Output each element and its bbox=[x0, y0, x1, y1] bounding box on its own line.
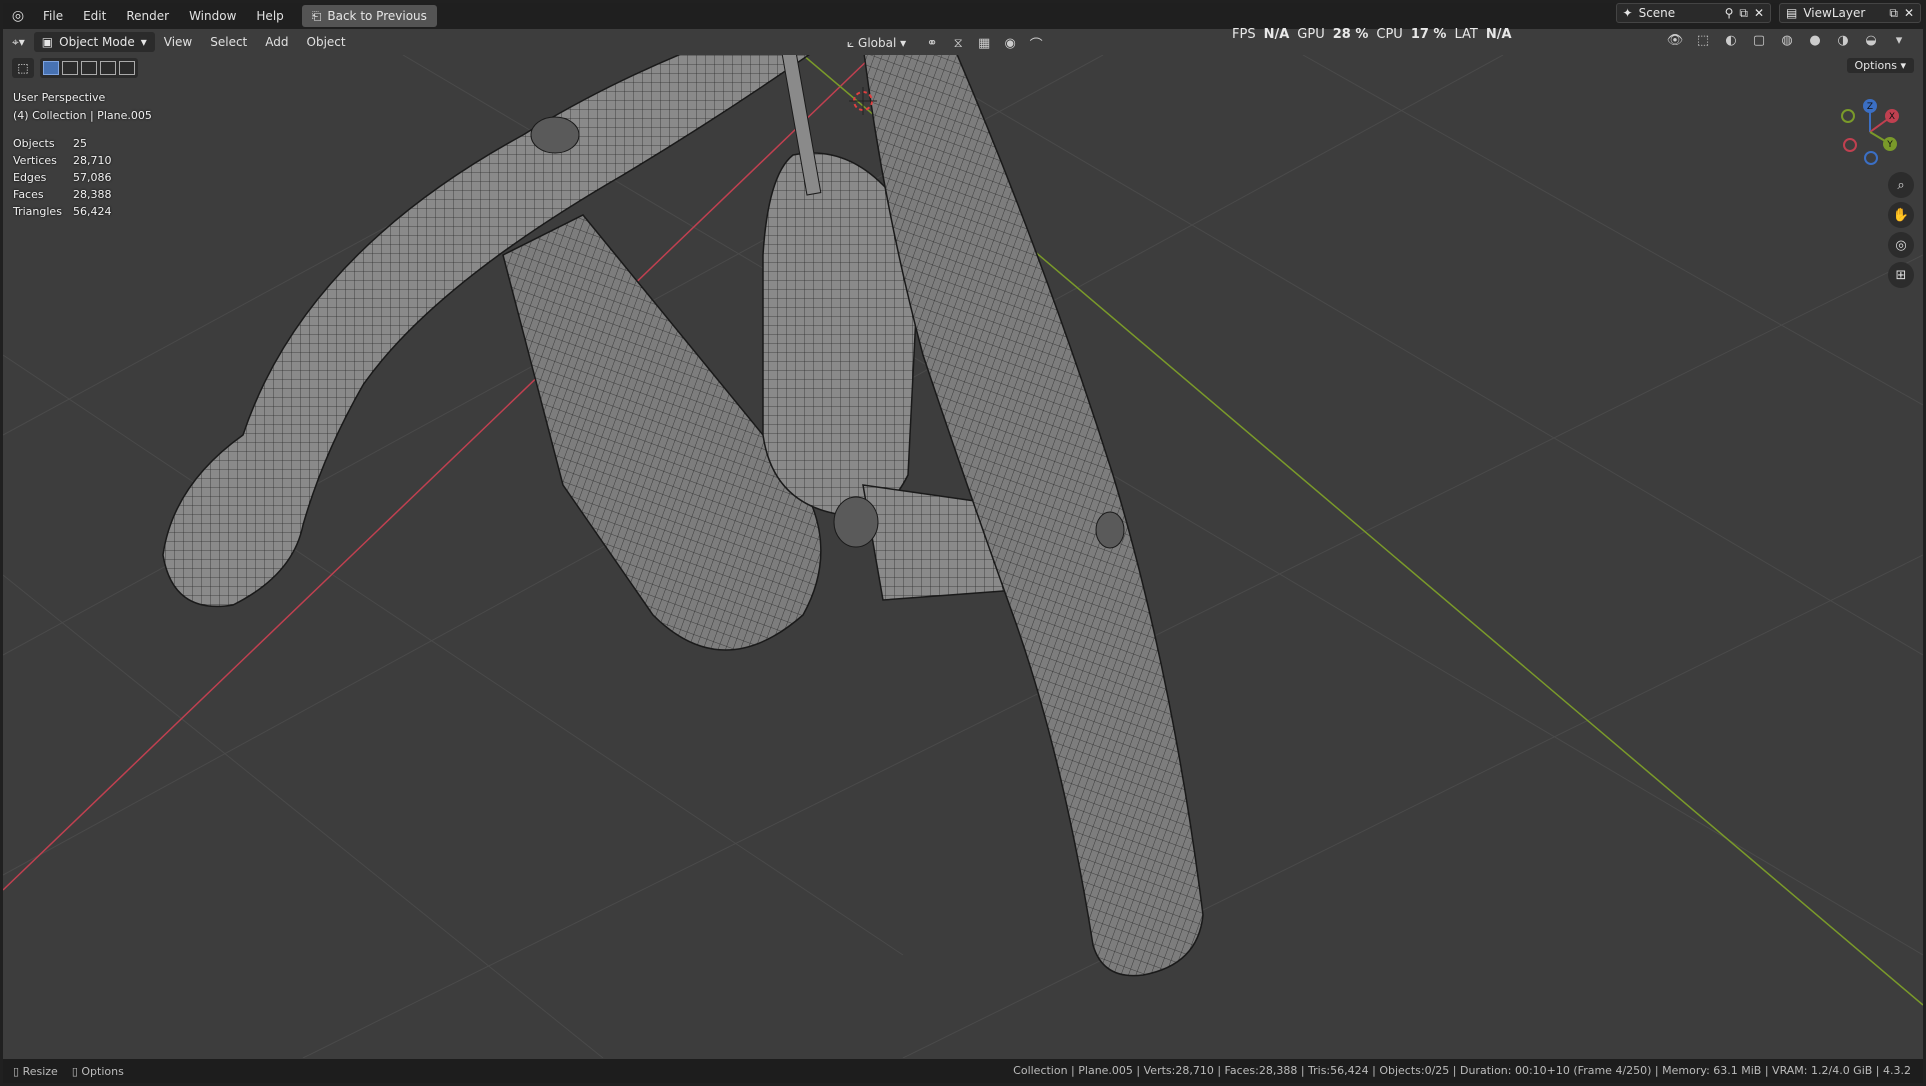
object-mode-icon: ▣ bbox=[41, 35, 54, 49]
menu-file[interactable]: File bbox=[33, 3, 73, 29]
menu-select[interactable]: Select bbox=[201, 30, 256, 54]
pin-icon[interactable]: ⚲ bbox=[1725, 6, 1734, 20]
lat-value: N/A bbox=[1485, 27, 1512, 42]
menu-add[interactable]: Add bbox=[256, 30, 297, 54]
menu-edit[interactable]: Edit bbox=[73, 3, 116, 29]
options-button[interactable]: Options ▾ bbox=[1846, 58, 1914, 73]
gizmo-z-label: Z bbox=[1867, 102, 1873, 112]
chevron-down-icon: ▾ bbox=[140, 35, 147, 49]
menu-render[interactable]: Render bbox=[116, 3, 179, 29]
cpu-value: 17 % bbox=[1410, 27, 1447, 42]
options-label: Options bbox=[1854, 59, 1897, 72]
mouse-icon: ▯ bbox=[13, 1064, 20, 1078]
viewport-display-tools: 👁 ⬚ ◐ ▢ ◍ ● ◑ ◒ ▾ bbox=[1666, 31, 1908, 49]
scene-icon: ✦ bbox=[1622, 6, 1633, 20]
stat-row: Edges 57,086 bbox=[13, 171, 112, 184]
select-intersect-icon[interactable] bbox=[119, 61, 135, 75]
gizmo-y-label: Y bbox=[1886, 140, 1893, 150]
status-info: Collection | Plane.005 | Verts:28,710 | … bbox=[1013, 1064, 1911, 1077]
cpu-label: CPU bbox=[1376, 27, 1403, 42]
select-tool-icon[interactable]: ⬚ bbox=[12, 58, 34, 78]
view-layer-icon: ▤ bbox=[1786, 6, 1798, 20]
menu-window[interactable]: Window bbox=[179, 3, 246, 29]
ortho-grid-icon[interactable]: ⊞ bbox=[1888, 262, 1914, 288]
select-new-icon[interactable] bbox=[43, 61, 59, 75]
scene-selector[interactable]: ✦ Scene ⚲ ⧉ ✕ bbox=[1615, 3, 1772, 23]
snap-icon[interactable]: ⧖ bbox=[949, 34, 967, 52]
select-invert-icon[interactable] bbox=[100, 61, 116, 75]
blender-logo-icon[interactable]: ◎ bbox=[3, 8, 33, 24]
transform-tools: ⟀ Global ▾ ⚭ ⧖ ▦ ◉ ⌒ bbox=[838, 31, 1045, 55]
view-layer-selector[interactable]: ▤ ViewLayer ⧉ ✕ bbox=[1779, 3, 1921, 23]
viewport-info: User Perspective (4) Collection | Plane.… bbox=[13, 89, 152, 125]
orientation-label: Global bbox=[858, 36, 897, 50]
view-name: User Perspective bbox=[13, 91, 106, 104]
gpu-value: 28 % bbox=[1332, 27, 1369, 42]
navigation-gizmo[interactable]: Z X Y bbox=[1830, 96, 1902, 168]
tool-row: ⬚ bbox=[12, 58, 138, 78]
pan-hand-icon[interactable]: ✋ bbox=[1888, 202, 1914, 228]
pivot-icon[interactable]: ⚭ bbox=[923, 34, 941, 52]
stat-row: Objects 25 bbox=[13, 137, 87, 150]
wireframe-shading-icon[interactable]: ◍ bbox=[1778, 31, 1796, 49]
transform-orientation-dropdown[interactable]: ⟀ Global ▾ bbox=[838, 31, 915, 55]
shading-options-icon[interactable]: ▾ bbox=[1890, 31, 1908, 49]
xray-icon[interactable]: ▢ bbox=[1750, 31, 1768, 49]
close-view-layer-icon[interactable]: ✕ bbox=[1904, 6, 1914, 20]
material-shading-icon[interactable]: ◑ bbox=[1834, 31, 1852, 49]
stat-row: Faces 28,388 bbox=[13, 188, 112, 201]
editor-type-icon[interactable]: ⌖▾ bbox=[3, 30, 34, 54]
solid-shading-icon[interactable]: ● bbox=[1806, 31, 1824, 49]
window-frame bbox=[0, 0, 1926, 1086]
new-scene-icon[interactable]: ⧉ bbox=[1739, 6, 1748, 21]
close-scene-icon[interactable]: ✕ bbox=[1754, 6, 1764, 20]
gizmo-toggle-icon[interactable]: ⬚ bbox=[1694, 31, 1712, 49]
falloff-icon[interactable]: ⌒ bbox=[1027, 34, 1045, 53]
rendered-shading-icon[interactable]: ◒ bbox=[1862, 31, 1880, 49]
menu-object[interactable]: Object bbox=[298, 30, 355, 54]
mode-dropdown[interactable]: ▣ Object Mode ▾ bbox=[33, 32, 155, 52]
gpu-label: GPU bbox=[1297, 27, 1325, 42]
zoom-icon[interactable]: ⌕ bbox=[1888, 172, 1914, 198]
overlay-toggle-icon[interactable]: ◐ bbox=[1722, 31, 1740, 49]
status-bar: ▯ Resize ▯ Options Collection | Plane.00… bbox=[3, 1059, 1923, 1083]
menu-help[interactable]: Help bbox=[246, 3, 293, 29]
resize-hint: ▯ Resize bbox=[13, 1064, 58, 1078]
back-to-previous-button[interactable]: ⎗ Back to Previous bbox=[301, 5, 437, 27]
scene-name[interactable]: Scene bbox=[1639, 6, 1719, 20]
active-collection: (4) Collection | Plane.005 bbox=[13, 109, 152, 122]
fps-value: N/A bbox=[1263, 27, 1290, 42]
scene-statistics: Objects 25 Vertices 28,710 Edges 57,086 Fac… bbox=[13, 135, 112, 220]
camera-view-icon[interactable]: ◎ bbox=[1888, 232, 1914, 258]
mouse-icon: ▯ bbox=[71, 1064, 78, 1078]
menu-view[interactable]: View bbox=[155, 30, 201, 54]
back-icon: ⎗ bbox=[311, 8, 322, 23]
scene-selector-group: ✦ Scene ⚲ ⧉ ✕ ▤ ViewLayer ⧉ ✕ bbox=[1615, 3, 1921, 23]
stat-row: Vertices 28,710 bbox=[13, 154, 112, 167]
gizmo-x-label: X bbox=[1889, 112, 1895, 122]
options-hint: ▯ Options bbox=[71, 1064, 124, 1078]
view-layer-name[interactable]: ViewLayer bbox=[1803, 6, 1883, 20]
select-extend-icon[interactable] bbox=[62, 61, 78, 75]
back-to-previous-label: Back to Previous bbox=[327, 9, 427, 23]
fps-label: FPS bbox=[1232, 27, 1256, 42]
selection-mode-group bbox=[40, 58, 138, 78]
mode-label: Object Mode bbox=[59, 35, 135, 49]
lat-label: LAT bbox=[1454, 27, 1478, 42]
new-view-layer-icon[interactable]: ⧉ bbox=[1889, 6, 1898, 21]
stat-row: Triangles 56,424 bbox=[13, 205, 112, 218]
performance-overlay: FPS N/A GPU 28 % CPU 17 % LAT N/A bbox=[1232, 27, 1512, 42]
visibility-icon[interactable]: 👁 bbox=[1666, 31, 1684, 49]
snap-grid-icon[interactable]: ▦ bbox=[975, 34, 993, 52]
orientation-icon: ⟀ bbox=[847, 36, 855, 50]
select-subtract-icon[interactable] bbox=[81, 61, 97, 75]
proportional-edit-icon[interactable]: ◉ bbox=[1001, 34, 1019, 52]
